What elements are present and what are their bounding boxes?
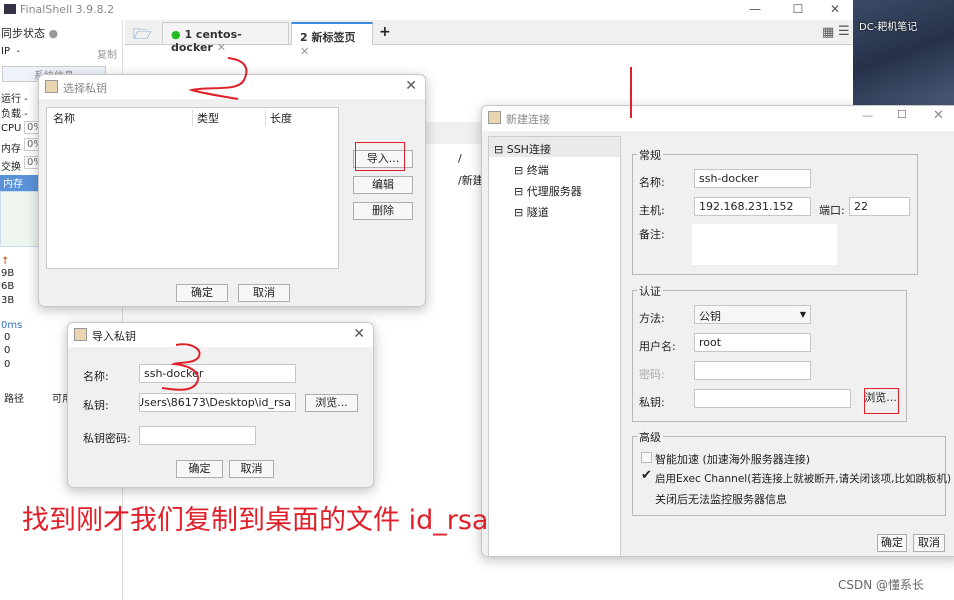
watermark: CSDN @懂系长: [838, 578, 925, 592]
annotation-text: 找到刚才我们复制到桌面的文件 id_rsa: [22, 505, 489, 536]
